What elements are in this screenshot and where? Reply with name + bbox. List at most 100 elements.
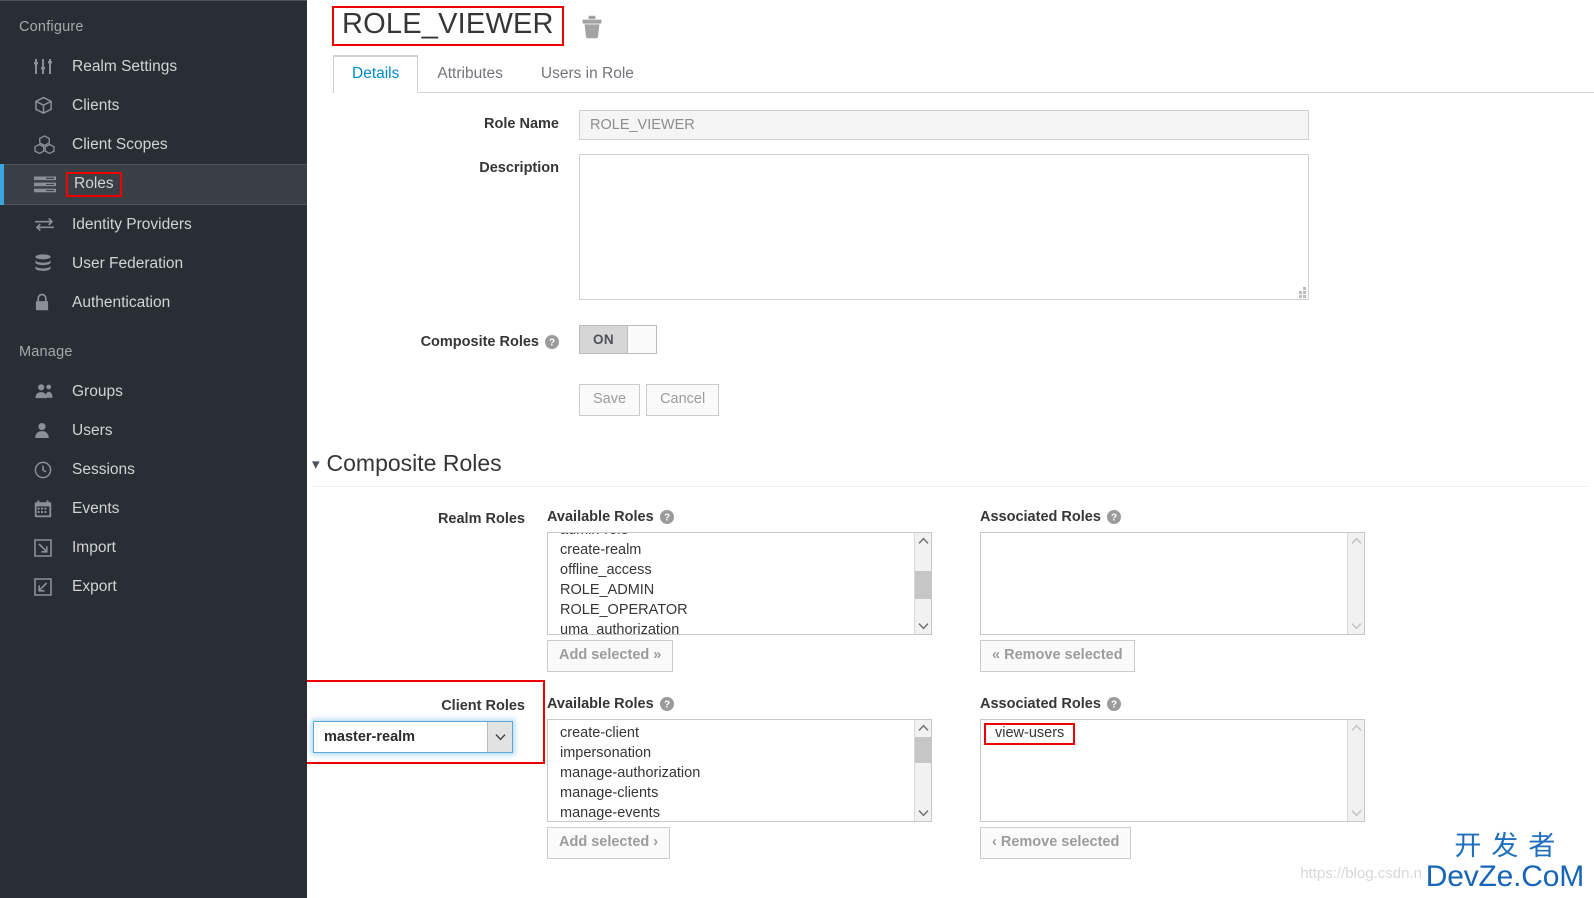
realm-available-roles-label: Available Roles [547, 509, 654, 525]
chevron-down-icon[interactable] [487, 722, 512, 752]
listbox-scrollbar[interactable] [914, 533, 931, 634]
tab-details[interactable]: Details [333, 55, 419, 93]
help-icon[interactable]: ? [659, 697, 674, 711]
sidebar-item-realm-settings[interactable]: Realm Settings [0, 47, 307, 86]
client-associated-roles-listbox[interactable]: view-users [980, 719, 1365, 822]
sidebar-item-clients[interactable]: Clients [0, 86, 307, 125]
scroll-down-icon[interactable] [1350, 618, 1362, 634]
composite-roles-section-title: Composite Roles [326, 450, 502, 476]
composite-roles-section-header[interactable]: ▾ Composite Roles [312, 450, 1588, 487]
page-header: ROLE_VIEWER [307, 0, 1594, 48]
realm-associated-roles-header: Associated Roles ? [980, 509, 1365, 525]
realm-add-selected-button[interactable]: Add selected » [547, 640, 674, 672]
help-icon[interactable]: ? [659, 510, 674, 524]
list-item[interactable]: manage-clients [548, 783, 914, 803]
description-textarea[interactable] [579, 154, 1309, 300]
scrollbar-thumb[interactable] [915, 737, 931, 763]
tab-users-in-role[interactable]: Users in Role [522, 56, 653, 93]
scroll-up-icon[interactable] [917, 533, 929, 549]
sidebar-item-export[interactable]: Export [0, 567, 307, 606]
scrollbar-thumb[interactable] [915, 571, 931, 599]
list-item[interactable]: create-realm [548, 540, 914, 560]
sidebar-item-events[interactable]: Events [0, 489, 307, 528]
sidebar-item-client-scopes[interactable]: Client Scopes [0, 125, 307, 164]
sidebar-item-label: Export [72, 577, 117, 595]
tab-attributes[interactable]: Attributes [418, 56, 521, 93]
scroll-up-icon[interactable] [917, 720, 929, 736]
watermark-url: https://blog.csdn.n [1300, 865, 1422, 882]
list-item[interactable]: uma_authorization [548, 620, 914, 634]
list-item[interactable]: manage-authorization [548, 763, 914, 783]
client-roles-select[interactable]: master-realm [313, 721, 513, 753]
composite-roles-label: Composite Roles ? [307, 325, 579, 354]
help-icon[interactable]: ? [1106, 697, 1121, 711]
sidebar-item-label: Events [72, 499, 120, 517]
client-available-roles-header: Available Roles ? [547, 696, 932, 712]
listbox-items [981, 533, 1347, 634]
description-row: Description [307, 154, 1594, 303]
list-item[interactable]: ROLE_OPERATOR [548, 600, 914, 620]
client-roles-select-value: master-realm [324, 729, 416, 745]
list-rows-icon [34, 176, 62, 193]
client-add-selected-button[interactable]: Add selected › [547, 827, 671, 859]
client-associated-roles-group: Associated Roles ? view-users ‹ Remove s… [980, 696, 1365, 859]
list-item[interactable]: offline_access [548, 560, 914, 580]
sidebar-item-label: Groups [72, 382, 123, 400]
client-available-roles-group: Available Roles ? create-client imperson… [547, 696, 932, 859]
role-name-label: Role Name [484, 116, 559, 132]
list-item[interactable]: ROLE_ADMIN [548, 580, 914, 600]
sidebar-item-roles[interactable]: Roles [0, 164, 307, 205]
exchange-icon [34, 217, 62, 232]
help-icon[interactable]: ? [545, 334, 559, 349]
listbox-items: view-users [981, 720, 1347, 821]
composite-roles-toggle[interactable]: ON [579, 325, 657, 354]
listbox-scrollbar[interactable] [914, 720, 931, 821]
scroll-up-icon[interactable] [1350, 533, 1362, 549]
realm-associated-roles-group: Associated Roles ? « Remove selected [980, 509, 1365, 672]
listbox-items: admin-role create-realm offline_access R… [548, 533, 914, 634]
database-icon [34, 254, 62, 273]
listbox-scrollbar[interactable] [1347, 533, 1364, 634]
details-form: Role Name Description [307, 93, 1594, 416]
client-remove-selected-button[interactable]: ‹ Remove selected [980, 827, 1132, 859]
client-roles-label-col: Client Roles master-realm [307, 680, 547, 859]
scroll-up-icon[interactable] [1350, 720, 1362, 736]
client-available-roles-listbox[interactable]: create-client impersonation manage-autho… [547, 719, 932, 822]
list-item[interactable]: view-users [984, 723, 1076, 745]
sidebar-item-authentication[interactable]: Authentication [0, 283, 307, 322]
realm-associated-roles-listbox[interactable] [980, 532, 1365, 635]
scroll-down-icon[interactable] [917, 618, 929, 634]
list-item[interactable]: impersonation [548, 743, 914, 763]
realm-available-roles-listbox[interactable]: admin-role create-realm offline_access R… [547, 532, 932, 635]
save-button[interactable]: Save [579, 384, 641, 416]
sidebar-item-user-federation[interactable]: User Federation [0, 244, 307, 283]
client-roles-row: Client Roles master-realm Available Role… [307, 680, 1594, 859]
role-name-input[interactable] [579, 110, 1309, 140]
list-item[interactable]: admin-role [548, 533, 914, 540]
role-name-row: Role Name [307, 110, 1594, 140]
scroll-down-icon[interactable] [1350, 805, 1362, 821]
description-label: Description [479, 160, 559, 176]
sidebar-nav: Configure Realm Settings Clients Client … [0, 0, 307, 898]
clock-icon [34, 461, 62, 479]
list-item[interactable]: create-client [548, 723, 914, 743]
users-icon [34, 383, 62, 400]
list-item[interactable]: manage-events [548, 803, 914, 821]
composite-roles-label-text: Composite Roles [420, 333, 539, 350]
cancel-button[interactable]: Cancel [646, 384, 720, 416]
sidebar-item-label: Client Scopes [72, 135, 168, 153]
svg-text:?: ? [664, 700, 670, 711]
realm-remove-selected-button[interactable]: « Remove selected [980, 640, 1135, 672]
realm-roles-label: Realm Roles [437, 511, 525, 527]
toggle-state-label: ON [580, 326, 628, 353]
sidebar-item-users[interactable]: Users [0, 411, 307, 450]
sidebar-item-groups[interactable]: Groups [0, 372, 307, 411]
sidebar-item-import[interactable]: Import [0, 528, 307, 567]
calendar-icon [34, 499, 62, 518]
scroll-down-icon[interactable] [917, 805, 929, 821]
help-icon[interactable]: ? [1106, 510, 1121, 524]
sidebar-item-identity-providers[interactable]: Identity Providers [0, 205, 307, 244]
listbox-scrollbar[interactable] [1347, 720, 1364, 821]
sidebar-item-sessions[interactable]: Sessions [0, 450, 307, 489]
trash-icon[interactable] [581, 15, 603, 39]
